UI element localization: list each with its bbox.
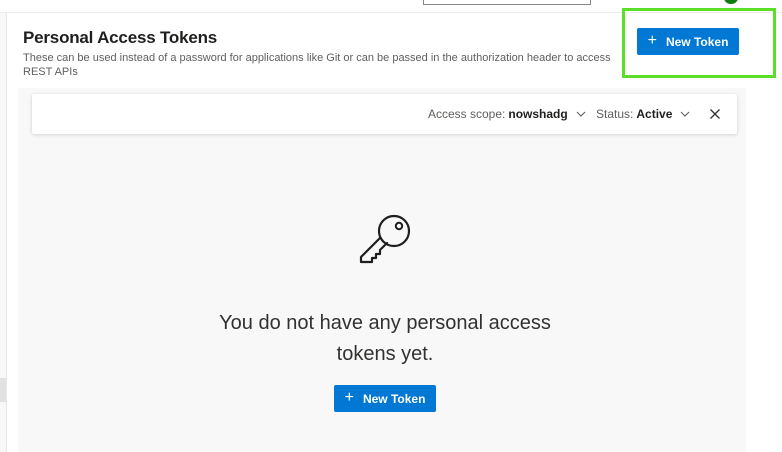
chevron-down-icon xyxy=(681,111,690,117)
plus-icon: + xyxy=(344,388,354,406)
new-token-label: New Token xyxy=(665,34,729,49)
status-label: Status: xyxy=(596,107,634,121)
page-title: Personal Access Tokens xyxy=(23,28,218,47)
new-token-empty-label: New Token xyxy=(362,391,426,406)
status-value: Active xyxy=(636,107,673,121)
chevron-down-icon xyxy=(576,111,586,117)
access-scope-label: Access scope: xyxy=(428,107,506,121)
left-nav-marker xyxy=(0,378,6,402)
status-filter[interactable]: Status: Active xyxy=(596,107,690,121)
empty-state-message: You do not have any personal access toke… xyxy=(219,312,551,365)
key-icon xyxy=(359,214,411,264)
access-scope-filter[interactable]: Access scope: nowshadg xyxy=(428,107,586,121)
search-box[interactable] xyxy=(423,0,591,5)
filter-bar: Access scope: nowshadg Status: Active xyxy=(32,94,737,134)
page-description: These can be used instead of a password … xyxy=(23,52,611,78)
access-scope-value: nowshadg xyxy=(508,107,568,121)
close-icon[interactable] xyxy=(708,107,722,121)
new-token-button[interactable]: + New Token xyxy=(637,28,739,55)
plus-icon: + xyxy=(647,31,657,49)
new-token-empty-button[interactable]: + New Token xyxy=(334,385,436,412)
